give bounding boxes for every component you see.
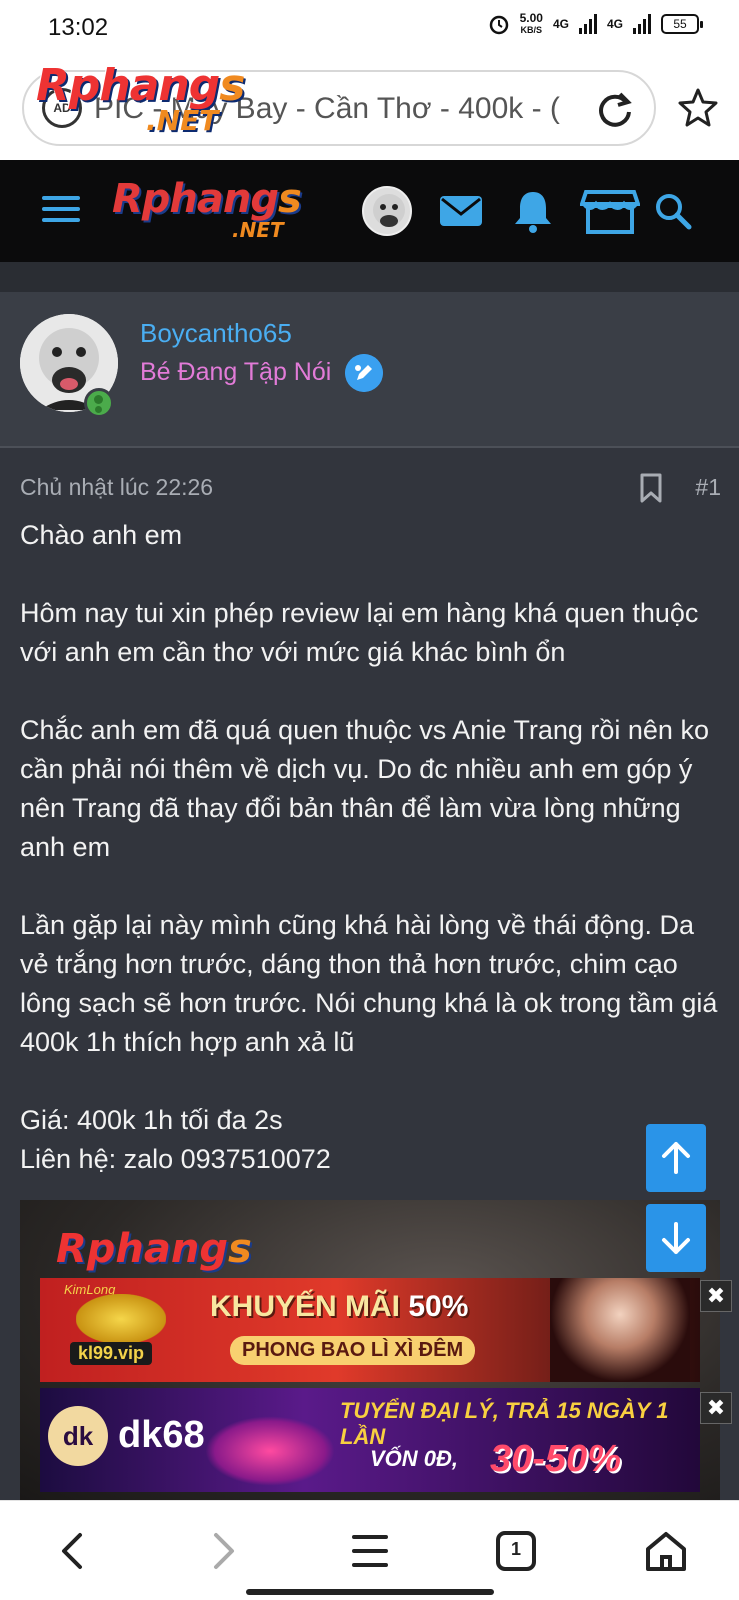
status-bar: 13:02 5.00 KB/S 4G 4G 55 — [0, 0, 739, 56]
close-ad-button[interactable]: ✖ — [700, 1392, 732, 1424]
ad-banner-dk68[interactable]: dk dk68 TUYỂN ĐẠI LÝ, TRẢ 15 NGÀY 1 LẦN … — [40, 1388, 700, 1492]
bookmark-star-icon[interactable] — [677, 86, 719, 128]
post-timestamp[interactable]: Chủ nhật lúc 22:26 — [20, 474, 213, 501]
reload-icon[interactable] — [594, 88, 636, 130]
status-icons: 5.00 KB/S 4G 4G 55 — [488, 11, 703, 36]
online-status-icon — [84, 388, 114, 418]
contact-line: Liên hệ: zalo 0937510072 — [20, 1144, 331, 1174]
mail-icon[interactable] — [436, 186, 486, 236]
notification-bell-icon[interactable] — [508, 186, 558, 236]
network-type-1: 4G — [552, 17, 569, 31]
forward-chevron-right-icon[interactable] — [200, 1529, 244, 1573]
tab-count: 1 — [510, 1539, 521, 1559]
ad-banner-kl99[interactable]: KimLong kl99.vip KHUYẾN MÃI 50% PHONG BA… — [40, 1278, 700, 1382]
watermark-logo: Rphangs .NET — [36, 60, 245, 137]
gesture-handle — [246, 1589, 494, 1595]
close-ad-button[interactable]: ✖ — [700, 1280, 732, 1312]
author-title: Bé Đang Tập Nói — [140, 358, 332, 386]
site-logo[interactable]: Rphangs .NET — [112, 176, 302, 242]
header-user-avatar[interactable] — [362, 186, 412, 236]
ad-brand: kl99.vip — [70, 1342, 153, 1365]
post-number[interactable]: #1 — [695, 474, 721, 501]
ad-logo: dk — [48, 1406, 108, 1466]
menu-icon[interactable] — [348, 1529, 392, 1573]
scroll-bottom-button[interactable] — [646, 1204, 706, 1272]
tabs-icon[interactable]: 1 — [494, 1529, 538, 1573]
ad-line-3: 30-50% — [490, 1438, 621, 1480]
post-paragraph: Chào anh em — [20, 520, 183, 550]
post-paragraph: Lần gặp lại này mình cũng khá hài lòng v… — [20, 910, 718, 1057]
battery-icon: 55 — [661, 14, 703, 34]
back-chevron-left-icon[interactable] — [52, 1529, 96, 1573]
ad-brand: dk68 — [118, 1414, 205, 1456]
arrow-up-icon — [662, 1142, 690, 1174]
browser-bottom-nav: 1 — [0, 1500, 739, 1600]
author-name[interactable]: Boycantho65 — [140, 318, 292, 349]
signal-icon-2 — [633, 14, 651, 34]
alarm-icon — [489, 15, 508, 35]
post-content: Chào anh em Hôm nay tui xin phép review … — [20, 516, 725, 1179]
home-icon[interactable] — [644, 1529, 688, 1573]
store-icon[interactable] — [580, 186, 640, 236]
browser-toolbar: AD PIC - Máy Bay - Cần Thơ - 400k - ( Rp… — [0, 56, 739, 160]
arrow-down-icon — [662, 1222, 690, 1254]
status-time: 13:02 — [48, 14, 109, 41]
site-header: Rphangs .NET — [0, 160, 739, 262]
verified-edit-badge-icon — [345, 354, 383, 392]
scroll-top-button[interactable] — [646, 1124, 706, 1192]
signal-icon — [578, 14, 597, 34]
post-paragraph: Hôm nay tui xin phép review lại em hàng … — [20, 598, 699, 667]
price-line: Giá: 400k 1h tối đa 2s — [20, 1105, 283, 1135]
spacer — [0, 262, 739, 292]
network-speed: 5.00 KB/S — [519, 11, 543, 35]
hamburger-menu-icon[interactable] — [42, 196, 80, 226]
ad-headline: KHUYẾN MÃI 50% — [210, 1290, 469, 1323]
ad-model-image — [550, 1278, 690, 1382]
search-icon[interactable] — [652, 186, 694, 236]
ad-subline: PHONG BAO LÌ XÌ ĐÊM — [230, 1336, 476, 1365]
network-type-2: 4G — [606, 17, 623, 31]
dragon-logo-icon — [76, 1294, 166, 1344]
post-paragraph: Chắc anh em đã quá quen thuộc vs Anie Tr… — [20, 715, 709, 862]
bookmark-icon[interactable] — [638, 472, 664, 504]
ad-car-image — [205, 1416, 335, 1486]
ad-line-2: VỐN 0Đ, — [370, 1446, 459, 1471]
image-watermark: Rphangs — [56, 1226, 252, 1272]
post-author-card: Boycantho65 Bé Đang Tập Nói — [0, 292, 739, 448]
